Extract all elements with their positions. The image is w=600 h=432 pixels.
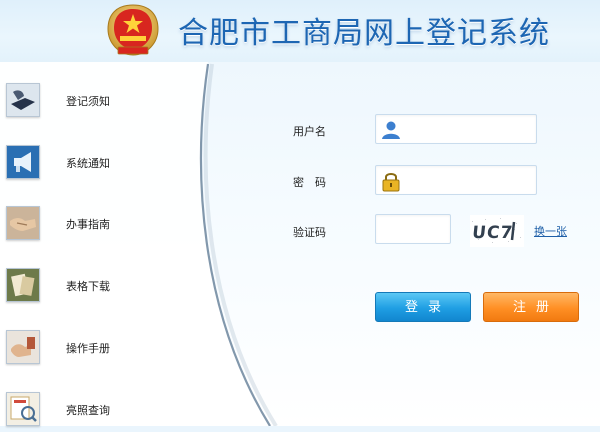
sidebar-item-form-download[interactable]: 表格下载: [6, 268, 196, 308]
password-label: 密 码: [293, 176, 326, 189]
sidebar-item-user-manual[interactable]: 操作手册: [6, 330, 196, 370]
user-icon: [382, 121, 400, 139]
handshake-icon: [7, 207, 39, 239]
username-label: 用户名: [293, 125, 326, 138]
register-button[interactable]: 注册: [483, 292, 579, 322]
password-field-box: [375, 165, 537, 195]
password-input[interactable]: [406, 166, 534, 194]
captcha-text: UC7: [471, 223, 514, 243]
sidebar-item-license-query[interactable]: 亮照查询: [6, 392, 196, 432]
download-form-icon: [7, 269, 39, 301]
login-button[interactable]: 登录: [375, 292, 471, 322]
username-input[interactable]: [406, 115, 534, 143]
refresh-captcha-link[interactable]: 换一张: [534, 223, 567, 239]
license-search-icon: [7, 393, 39, 425]
captcha-image[interactable]: UC7: [470, 215, 524, 247]
sidebar-item-registration-notice[interactable]: 登记须知: [6, 83, 196, 123]
manual-icon: [7, 331, 39, 363]
sidebar-item-system-notice[interactable]: 系统通知: [6, 145, 196, 185]
page-title: 合肥市工商局网上登记系统: [178, 16, 550, 51]
megaphone-icon: [7, 146, 39, 178]
captcha-label: 验证码: [293, 226, 326, 239]
sidebar-item-label: 操作手册: [66, 342, 110, 355]
captcha-input[interactable]: [382, 215, 444, 243]
sidebar-item-service-guide[interactable]: 办事指南: [6, 206, 196, 246]
national-emblem-icon: [107, 4, 159, 56]
notice-icon: [7, 84, 39, 116]
sidebar-item-label: 表格下载: [66, 280, 110, 293]
sidebar-item-label: 登记须知: [66, 95, 110, 108]
captcha-field-box: [375, 214, 451, 244]
page-header: 合肥市工商局网上登记系统: [0, 0, 600, 62]
sidebar-item-label: 亮照查询: [66, 404, 110, 417]
lock-icon: [382, 173, 400, 192]
sidebar-item-label: 办事指南: [66, 218, 110, 231]
username-field-box: [375, 114, 537, 144]
sidebar-item-label: 系统通知: [66, 157, 110, 170]
